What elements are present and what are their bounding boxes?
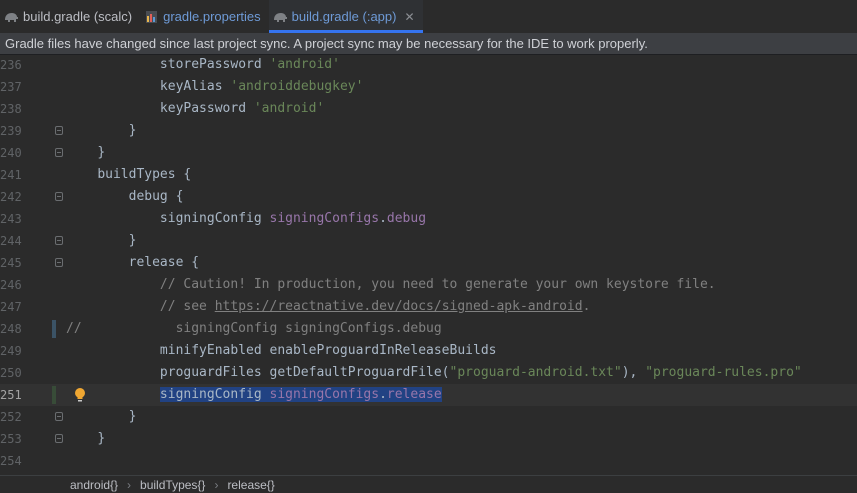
close-icon[interactable]: ✕ [404,10,414,24]
code-text: // Caution! In production, you need to g… [159,277,716,292]
line-number: 244 [0,234,22,248]
banner-text: Gradle files have changed since last pro… [5,36,648,51]
code-line[interactable]: 246 // Caution! In production, you need … [0,274,857,296]
line-number: 248 [0,322,22,336]
chevron-right-icon: › [127,477,132,492]
breadcrumb-item-android[interactable]: android{} [70,478,118,492]
line-number: 247 [0,300,22,314]
properties-file-icon [144,9,159,24]
code-text: storePassword 'android' [159,57,340,72]
code-line[interactable]: 247 // see https://reactnative.dev/docs/… [0,296,857,318]
code-line[interactable]: 242 debug { [0,186,857,208]
line-number: 239 [0,124,22,138]
tab-label: build.gradle (:app) [291,9,397,24]
fold-icon[interactable] [55,258,63,267]
code-text: keyPassword 'android' [159,101,325,116]
line-number: 254 [0,454,22,468]
breadcrumb-item-buildtypes[interactable]: buildTypes{} [140,478,205,492]
code-line[interactable]: 239 } [0,120,857,142]
line-number: 238 [0,102,22,116]
line-number: 241 [0,168,22,182]
vcs-change-marker[interactable] [52,386,56,404]
code-text: proguardFiles getDefaultProguardFile("pr… [159,365,802,380]
line-number: 249 [0,344,22,358]
code-line[interactable]: 249 minifyEnabled enableProguardInReleas… [0,340,857,362]
fold-icon[interactable] [55,126,63,135]
code-text: } [97,145,106,160]
code-line[interactable]: 240 } [0,142,857,164]
code-line[interactable]: 251 signingConfig signingConfigs.release [0,384,857,406]
code-editor[interactable]: 236 storePassword 'android' 237 keyAlias … [0,55,857,475]
code-line[interactable]: 252 } [0,406,857,428]
vcs-change-marker[interactable] [52,320,56,338]
code-line[interactable]: 248 // signingConfig signingConfigs.debug [0,318,857,340]
code-line[interactable]: 250 proguardFiles getDefaultProguardFile… [0,362,857,384]
tab-build-gradle-scalc[interactable]: build.gradle (scalc) [0,0,140,33]
code-line[interactable]: 244 } [0,230,857,252]
code-line[interactable]: 243 signingConfig signingConfigs.debug [0,208,857,230]
code-text: } [128,409,137,424]
code-text: } [97,431,106,446]
code-line[interactable]: 237 keyAlias 'androiddebugkey' [0,76,857,98]
line-number: 252 [0,410,22,424]
gradle-elephant-icon [273,9,288,24]
code-text: buildTypes { [97,167,192,182]
line-number: 240 [0,146,22,160]
tab-label: build.gradle (scalc) [23,9,133,24]
code-text: keyAlias 'androiddebugkey' [159,79,364,94]
code-text: } [128,233,137,248]
line-number: 245 [0,256,22,270]
code-text: debug { [128,189,184,204]
breadcrumb: android{} › buildTypes{} › release{} [0,475,857,493]
line-number: 236 [0,58,22,72]
code-text: signingConfig signingConfigs.release [159,387,442,402]
fold-icon[interactable] [55,148,63,157]
breadcrumb-item-release[interactable]: release{} [227,478,274,492]
line-number: 243 [0,212,22,226]
code-line[interactable]: 241 buildTypes { [0,164,857,186]
fold-icon[interactable] [55,412,63,421]
line-number: 237 [0,80,22,94]
code-text: release { [128,255,200,270]
tab-build-gradle-app[interactable]: build.gradle (:app) ✕ [268,0,423,33]
gradle-elephant-icon [4,9,19,24]
fold-icon[interactable] [55,236,63,245]
code-text: } [128,123,137,138]
line-number: 253 [0,432,22,446]
line-number: 242 [0,190,22,204]
tab-gradle-properties[interactable]: gradle.properties [140,0,269,33]
line-number: 250 [0,366,22,380]
sync-notification-banner: Gradle files have changed since last pro… [0,33,857,55]
code-text: // signingConfig signingConfigs.debug [66,321,442,336]
code-text: minifyEnabled enableProguardInReleaseBui… [159,343,497,358]
fold-icon[interactable] [55,192,63,201]
code-line[interactable]: 253 } [0,428,857,450]
code-text: // see https://reactnative.dev/docs/sign… [159,299,591,314]
fold-icon[interactable] [55,434,63,443]
code-text: signingConfig signingConfigs.debug [159,211,427,226]
chevron-right-icon: › [214,477,219,492]
editor-tab-bar: build.gradle (scalc) gradle.properties b… [0,0,857,34]
code-line[interactable]: 245 release { [0,252,857,274]
line-number: 251 [0,388,22,402]
code-line[interactable]: 236 storePassword 'android' [0,55,857,76]
tab-label: gradle.properties [163,9,261,24]
line-number: 246 [0,278,22,292]
code-line[interactable]: 238 keyPassword 'android' [0,98,857,120]
code-line[interactable]: 254 [0,450,857,472]
